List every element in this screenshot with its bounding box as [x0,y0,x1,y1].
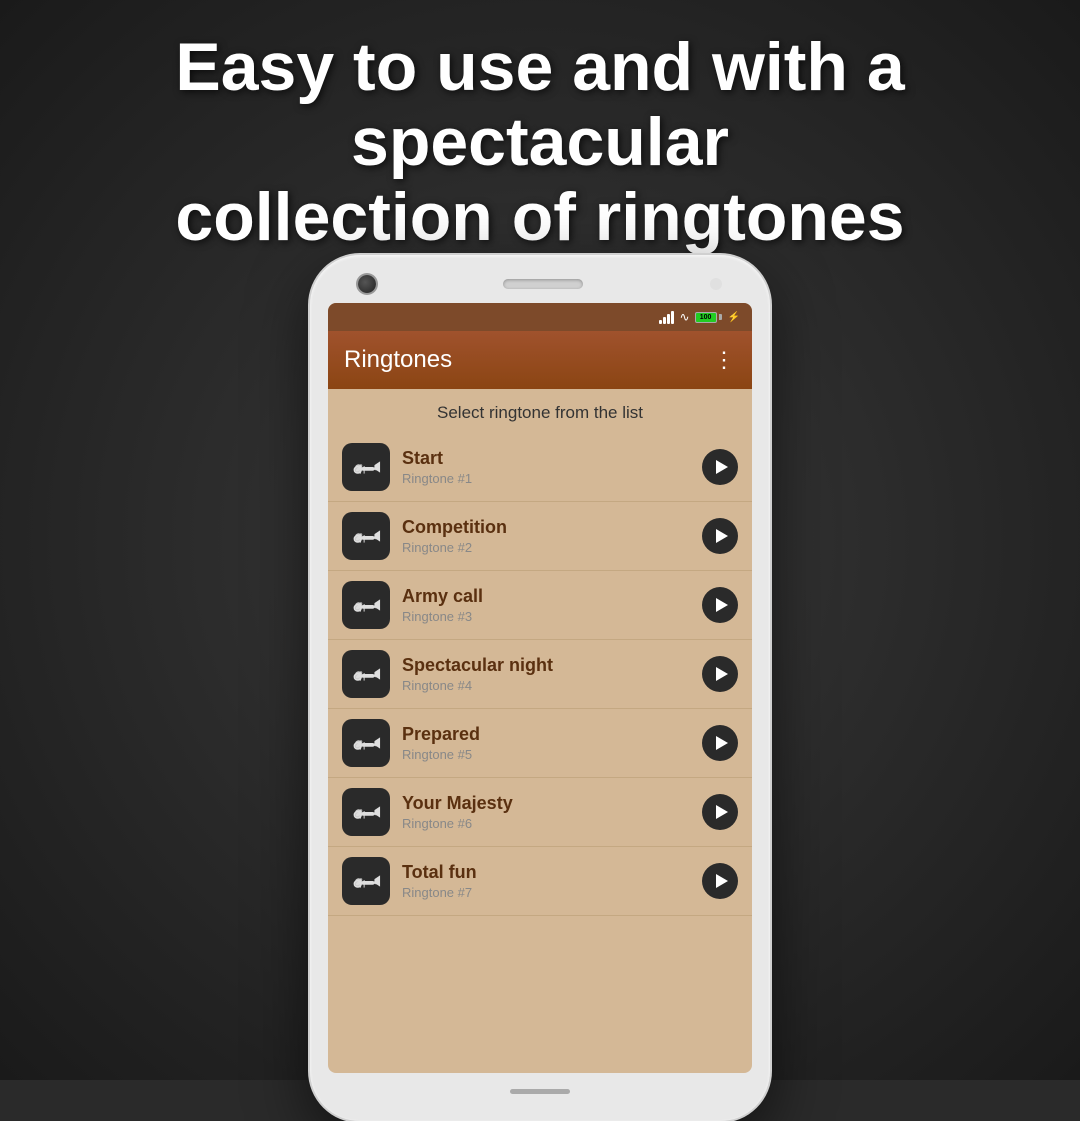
ringtone-icon-box [342,512,390,560]
wifi-icon: ∿ [679,310,689,324]
ringtone-text: Prepared Ringtone #5 [402,724,690,762]
ringtone-item: Total fun Ringtone #7 [328,847,752,916]
ringtone-number: Ringtone #5 [402,747,690,762]
ringtone-icon-box [342,857,390,905]
app-title: Ringtones [344,346,452,374]
phone-home-bar [328,1081,752,1101]
ringtone-text: Spectacular night Ringtone #4 [402,655,690,693]
bugle-icon [351,866,381,896]
play-button[interactable] [702,863,738,899]
bugle-icon [351,521,381,551]
play-button[interactable] [702,518,738,554]
play-button[interactable] [702,587,738,623]
bugle-icon [351,797,381,827]
status-bar: ∿ 100 ⚡ [328,303,752,331]
ringtone-number: Ringtone #2 [402,540,690,555]
ringtone-icon-box [342,443,390,491]
ringtone-text: Start Ringtone #1 [402,448,690,486]
bugle-icon [351,590,381,620]
status-icons: ∿ 100 ⚡ [659,310,740,324]
ringtone-name: Start [402,448,690,469]
phone-speaker [503,279,583,289]
ringtone-name: Your Majesty [402,793,690,814]
ringtone-item: Competition Ringtone #2 [328,502,752,571]
ringtone-icon-box [342,788,390,836]
ringtone-name: Prepared [402,724,690,745]
ringtone-name: Spectacular night [402,655,690,676]
headline-line1: Easy to use and with a spectacular [175,29,904,180]
ringtone-number: Ringtone #4 [402,678,690,693]
play-button[interactable] [702,794,738,830]
ringtone-item: Your Majesty Ringtone #6 [328,778,752,847]
headline-section: Easy to use and with a spectacular colle… [0,30,1080,254]
ringtone-name: Army call [402,586,690,607]
bugle-icon [351,452,381,482]
ringtone-item: Start Ringtone #1 [328,433,752,502]
ringtone-icon-box [342,581,390,629]
ringtone-text: Competition Ringtone #2 [402,517,690,555]
ringtone-item: Army call Ringtone #3 [328,571,752,640]
app-bar: Ringtones ⋮ [328,331,752,389]
headline-text: Easy to use and with a spectacular colle… [40,30,1040,254]
phone-dot [710,278,722,290]
ringtone-list: Start Ringtone #1 [328,433,752,916]
charging-icon: ⚡ [728,312,740,323]
ringtone-number: Ringtone #6 [402,816,690,831]
ringtone-icon-box [342,719,390,767]
select-prompt: Select ringtone from the list [328,389,752,433]
menu-button[interactable]: ⋮ [713,347,736,373]
ringtone-icon-box [342,650,390,698]
phone-top-bar [328,275,752,293]
phone-shell: ∿ 100 ⚡ Ringtones ⋮ Select ringtone from… [310,255,770,1121]
bugle-icon [351,659,381,689]
ringtone-text: Army call Ringtone #3 [402,586,690,624]
play-button[interactable] [702,449,738,485]
play-button[interactable] [702,725,738,761]
headline-line2: collection of ringtones [175,179,904,255]
phone-screen: ∿ 100 ⚡ Ringtones ⋮ Select ringtone from… [328,303,752,1073]
ringtone-item: Prepared Ringtone #5 [328,709,752,778]
ringtone-number: Ringtone #3 [402,609,690,624]
home-indicator [510,1089,570,1094]
phone-camera [358,275,376,293]
ringtone-name: Competition [402,517,690,538]
bugle-icon [351,728,381,758]
ringtone-name: Total fun [402,862,690,883]
ringtone-item: Spectacular night Ringtone #4 [328,640,752,709]
play-button[interactable] [702,656,738,692]
ringtone-number: Ringtone #7 [402,885,690,900]
ringtone-text: Total fun Ringtone #7 [402,862,690,900]
battery-icon: 100 [695,312,722,323]
ringtone-text: Your Majesty Ringtone #6 [402,793,690,831]
ringtone-number: Ringtone #1 [402,471,690,486]
battery-level: 100 [695,312,717,323]
battery-tip [719,314,722,320]
signal-icon [659,310,674,324]
phone-mockup: ∿ 100 ⚡ Ringtones ⋮ Select ringtone from… [310,255,770,1121]
